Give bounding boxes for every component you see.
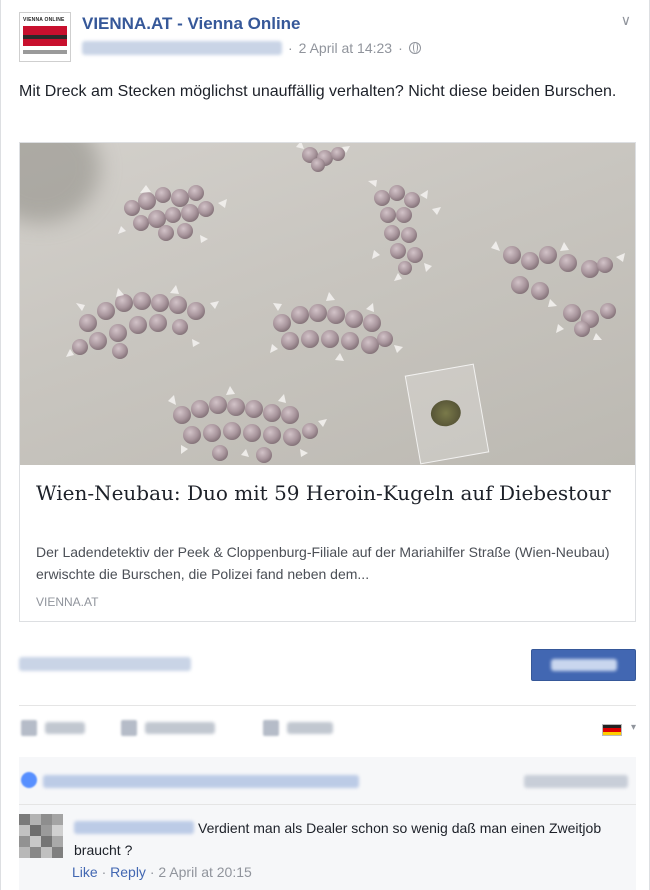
comments-section: Verdient man als Dealer schon so wenig d… — [19, 757, 636, 890]
meta-separator: · — [288, 40, 293, 56]
blurred-reach-count[interactable] — [19, 657, 191, 671]
share-action[interactable] — [263, 720, 333, 736]
thumbs-up-icon — [21, 720, 37, 736]
like-badge-icon — [21, 772, 37, 788]
blurred-sort-order[interactable] — [524, 775, 628, 788]
article-source: VIENNA.AT — [36, 595, 99, 609]
caret-down-icon[interactable]: ▾ — [631, 722, 636, 733]
comment-timestamp[interactable]: 2 April at 20:15 — [158, 864, 251, 880]
divider — [19, 705, 636, 706]
page-name-link[interactable]: VIENNA.AT - Vienna Online — [82, 14, 301, 34]
article-description: Der Ladendetektiv der Peek & Cloppenburg… — [36, 544, 610, 582]
avatar[interactable] — [19, 814, 63, 858]
boost-post-button[interactable] — [531, 649, 636, 681]
globe-icon[interactable] — [408, 42, 421, 54]
germany-flag-icon[interactable] — [602, 724, 622, 736]
article-title[interactable]: Wien-Neubau: Duo mit 59 Heroin-Kugeln au… — [36, 479, 616, 508]
comment-icon — [121, 720, 137, 736]
logo-text: VIENNA ONLINE — [23, 17, 65, 23]
comment-separator: · — [149, 864, 155, 880]
blurred-author — [82, 41, 282, 55]
heroin-balls-photo — [66, 143, 625, 463]
comment-action[interactable] — [121, 720, 215, 736]
share-icon — [263, 720, 279, 736]
comment-reply-link[interactable]: Reply — [110, 864, 146, 880]
comment-body: Verdient man als Dealer schon so wenig d… — [74, 817, 622, 861]
post-text: Mit Dreck am Stecken möglichst unauffäll… — [19, 83, 617, 100]
post-timestamp[interactable]: 2 April at 14:23 — [299, 40, 392, 56]
blurred-like-label — [45, 722, 85, 734]
post-meta: · 2 April at 14:23 · — [82, 40, 421, 56]
post-card: VIENNA ONLINE VIENNA.AT - Vienna Online … — [0, 0, 650, 890]
comment-separator: · — [101, 864, 107, 880]
post-header: VIENNA ONLINE VIENNA.AT - Vienna Online … — [19, 12, 633, 68]
like-action[interactable] — [21, 720, 85, 736]
chevron-down-icon[interactable]: ∨ — [621, 12, 631, 29]
comment-like-link[interactable]: Like — [72, 864, 98, 880]
reach-row — [19, 647, 636, 683]
link-preview[interactable]: Wien-Neubau: Duo mit 59 Heroin-Kugeln au… — [19, 142, 636, 622]
blurred-commenter-name[interactable] — [74, 821, 194, 834]
action-bar: ▾ — [19, 712, 636, 746]
blurred-likers[interactable] — [43, 775, 359, 788]
meta-separator: · — [398, 40, 403, 56]
article-image[interactable] — [20, 143, 635, 465]
comment-actions: Like · Reply · 2 April at 20:15 — [72, 864, 252, 880]
page-logo[interactable]: VIENNA ONLINE — [19, 12, 71, 62]
likes-summary-row — [19, 757, 636, 805]
blurred-comment-label — [145, 722, 215, 734]
blurred-boost-label — [550, 659, 617, 671]
blurred-share-label — [287, 722, 333, 734]
